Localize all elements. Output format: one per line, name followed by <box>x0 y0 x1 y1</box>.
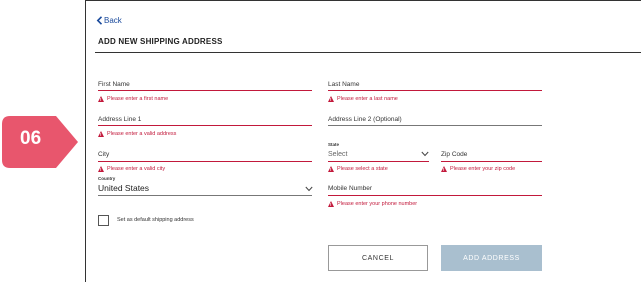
warning-icon <box>328 201 334 208</box>
state-select[interactable] <box>328 161 429 162</box>
address1-label: Address Line 1 <box>98 116 142 123</box>
mobile-error: Please enter your phone number <box>328 201 417 208</box>
address1-input[interactable] <box>98 125 312 126</box>
state-error: Please select a state <box>328 166 388 173</box>
city-input[interactable] <box>98 161 312 162</box>
add-address-button[interactable]: ADD ADDRESS <box>441 245 542 271</box>
first-name-input[interactable] <box>98 90 312 91</box>
mobile-input[interactable] <box>328 195 542 196</box>
warning-icon <box>441 166 447 173</box>
warning-icon <box>328 96 334 103</box>
state-select-value: Select <box>328 151 348 158</box>
first-name-error: Please enter a first name <box>98 96 168 103</box>
address2-label: Address Line 2 (Optional) <box>328 116 402 123</box>
back-link[interactable]: Back <box>96 16 122 25</box>
cancel-button[interactable]: CANCEL <box>328 245 428 271</box>
country-select-value: United States <box>98 183 150 193</box>
last-name-input[interactable] <box>328 90 542 91</box>
zip-input[interactable] <box>441 161 542 162</box>
last-name-error: Please enter a last name <box>328 96 398 103</box>
warning-icon <box>98 166 104 173</box>
page-title: ADD NEW SHIPPING ADDRESS <box>98 37 223 46</box>
first-name-label: First Name <box>98 81 130 88</box>
default-address-checkbox[interactable] <box>98 215 109 226</box>
warning-icon <box>98 131 104 138</box>
step-number: 06 <box>20 128 42 149</box>
warning-icon <box>98 96 104 103</box>
last-name-label: Last Name <box>328 81 360 88</box>
country-select[interactable] <box>98 195 312 196</box>
chevron-down-icon[interactable] <box>421 151 429 157</box>
chevron-down-icon[interactable] <box>305 186 313 192</box>
back-label: Back <box>104 16 122 25</box>
address1-error: Please enter a valid address <box>98 131 176 138</box>
title-divider <box>95 52 641 53</box>
mobile-label: Mobile Number <box>328 185 373 192</box>
warning-icon <box>328 166 334 173</box>
city-error: Please enter a valid city <box>98 166 165 173</box>
country-small-label: Country <box>98 176 116 181</box>
chevron-left-icon <box>96 16 103 25</box>
zip-label: Zip Code <box>441 151 468 158</box>
address2-input[interactable] <box>328 125 542 126</box>
state-small-label: State <box>328 142 340 147</box>
city-label: City <box>98 151 110 158</box>
default-address-label: Set as default shipping address <box>117 217 194 223</box>
zip-error: Please enter your zip code <box>441 166 515 173</box>
